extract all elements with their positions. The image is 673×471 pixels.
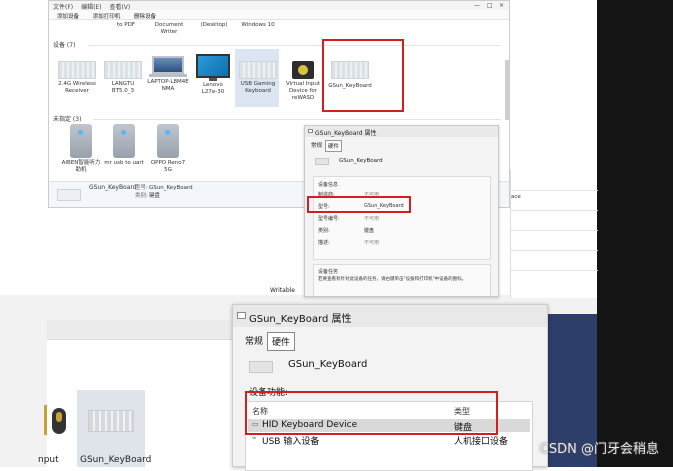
keyboard-icon bbox=[58, 61, 96, 79]
device-info-group: 设备信息 制造商: 不可用 型号: GSun_KeyBoard 型号编号: 不可… bbox=[313, 176, 491, 260]
maximize-button[interactable]: □ bbox=[487, 2, 493, 9]
keyboard-icon bbox=[104, 61, 142, 79]
dialog-title: GSun_KeyBoard 属性 bbox=[305, 126, 498, 137]
remove-device-button[interactable]: 删除设备 bbox=[134, 14, 156, 20]
unspecified-section-header[interactable]: 未指定 (3) bbox=[53, 114, 81, 123]
device-tile[interactable]: AIBEN智能听力 助机 bbox=[59, 124, 103, 174]
tower-icon bbox=[157, 124, 179, 158]
section-divider bbox=[89, 45, 501, 46]
writable-label: Writable bbox=[270, 287, 295, 294]
devices-window-lower-toolbar bbox=[47, 320, 233, 340]
device-tile[interactable]: LANGTU BT5.0_3 bbox=[101, 61, 145, 95]
device-tasks-group: 设备任务 若要查看有针对此设备的任务，请右键单击"设备和打印机"中设备的图标。 bbox=[313, 264, 491, 296]
monitor-icon bbox=[196, 54, 230, 78]
tab-general[interactable]: 常规 bbox=[309, 140, 324, 150]
scrollbar[interactable] bbox=[505, 60, 509, 120]
tab-hardware[interactable]: 硬件 bbox=[267, 332, 296, 351]
printer-label: Document Writer bbox=[154, 22, 184, 35]
background-window-mid: ace bbox=[510, 170, 598, 298]
device-name: GSun_KeyBoard bbox=[288, 359, 368, 370]
device-label-partial: nput bbox=[38, 455, 59, 465]
usb-icon: ⌁ bbox=[252, 434, 257, 442]
keyboard-icon bbox=[249, 361, 273, 373]
tower-icon bbox=[70, 124, 92, 158]
devices-section-header[interactable]: 设备 (7) bbox=[53, 40, 75, 49]
close-button[interactable]: × bbox=[499, 2, 504, 9]
device-tile[interactable]: Lenovo L27e-30 bbox=[191, 54, 235, 96]
device-label-gsun: GSun_KeyBoard bbox=[80, 455, 152, 465]
laptop-icon bbox=[152, 56, 184, 74]
section-divider bbox=[93, 119, 501, 120]
device-icon-partial bbox=[44, 405, 47, 435]
printer-label: to PDF bbox=[117, 22, 135, 28]
details-name: GSun_KeyBoard bbox=[89, 184, 137, 191]
mid-window-text: ace bbox=[511, 194, 521, 200]
tower-icon bbox=[113, 124, 135, 158]
add-device-button[interactable]: 添加设备 bbox=[57, 14, 79, 20]
device-name: GSun_KeyBoard bbox=[339, 158, 383, 164]
keyboard-icon bbox=[308, 129, 313, 133]
toolbar: 添加设备 添加打印机 删除设备 bbox=[49, 10, 509, 20]
device-tile[interactable]: 2.4G Wireless Receiver bbox=[55, 61, 99, 95]
minimize-button[interactable]: — bbox=[474, 2, 480, 9]
keyboard-icon bbox=[88, 410, 134, 432]
printer-label: Windows 10 bbox=[241, 22, 275, 28]
highlight-box bbox=[307, 196, 411, 213]
watermark: CSDN @门牙会稍息 bbox=[539, 442, 659, 457]
device-tile[interactable]: LAPTOP-L8M4E NMA bbox=[145, 56, 191, 93]
highlight-box bbox=[245, 391, 498, 435]
printer-label: (Desktop) bbox=[200, 22, 228, 28]
device-tile[interactable]: USB Gaming Keyboard bbox=[236, 61, 280, 95]
device-tile[interactable]: Virtual Input Device for reWASD bbox=[281, 61, 325, 102]
properties-dialog-large: GSun_KeyBoard 属性 常规 硬件 GSun_KeyBoard 设备功… bbox=[232, 304, 548, 471]
highlight-box bbox=[322, 39, 404, 112]
dark-side-panel bbox=[597, 0, 673, 467]
tab-hardware[interactable]: 硬件 bbox=[325, 140, 343, 152]
keyboard-icon bbox=[315, 158, 329, 165]
keyboard-icon bbox=[57, 189, 81, 201]
dialog-title: GSun_KeyBoard 属性 bbox=[233, 305, 547, 327]
keyboard-icon bbox=[239, 61, 277, 79]
menu-bar: 文件(F) 编辑(E) 查看(V) bbox=[49, 1, 509, 11]
tab-general[interactable]: 常规 bbox=[241, 332, 267, 349]
device-tile[interactable]: mr usb to uart bbox=[101, 124, 147, 167]
add-printer-button[interactable]: 添加打印机 bbox=[93, 14, 121, 20]
mouse-icon bbox=[52, 408, 66, 434]
keyboard-icon bbox=[237, 312, 246, 319]
gamepad-icon bbox=[292, 61, 314, 79]
device-tile[interactable]: OPPO Reno7 5G bbox=[145, 124, 191, 174]
